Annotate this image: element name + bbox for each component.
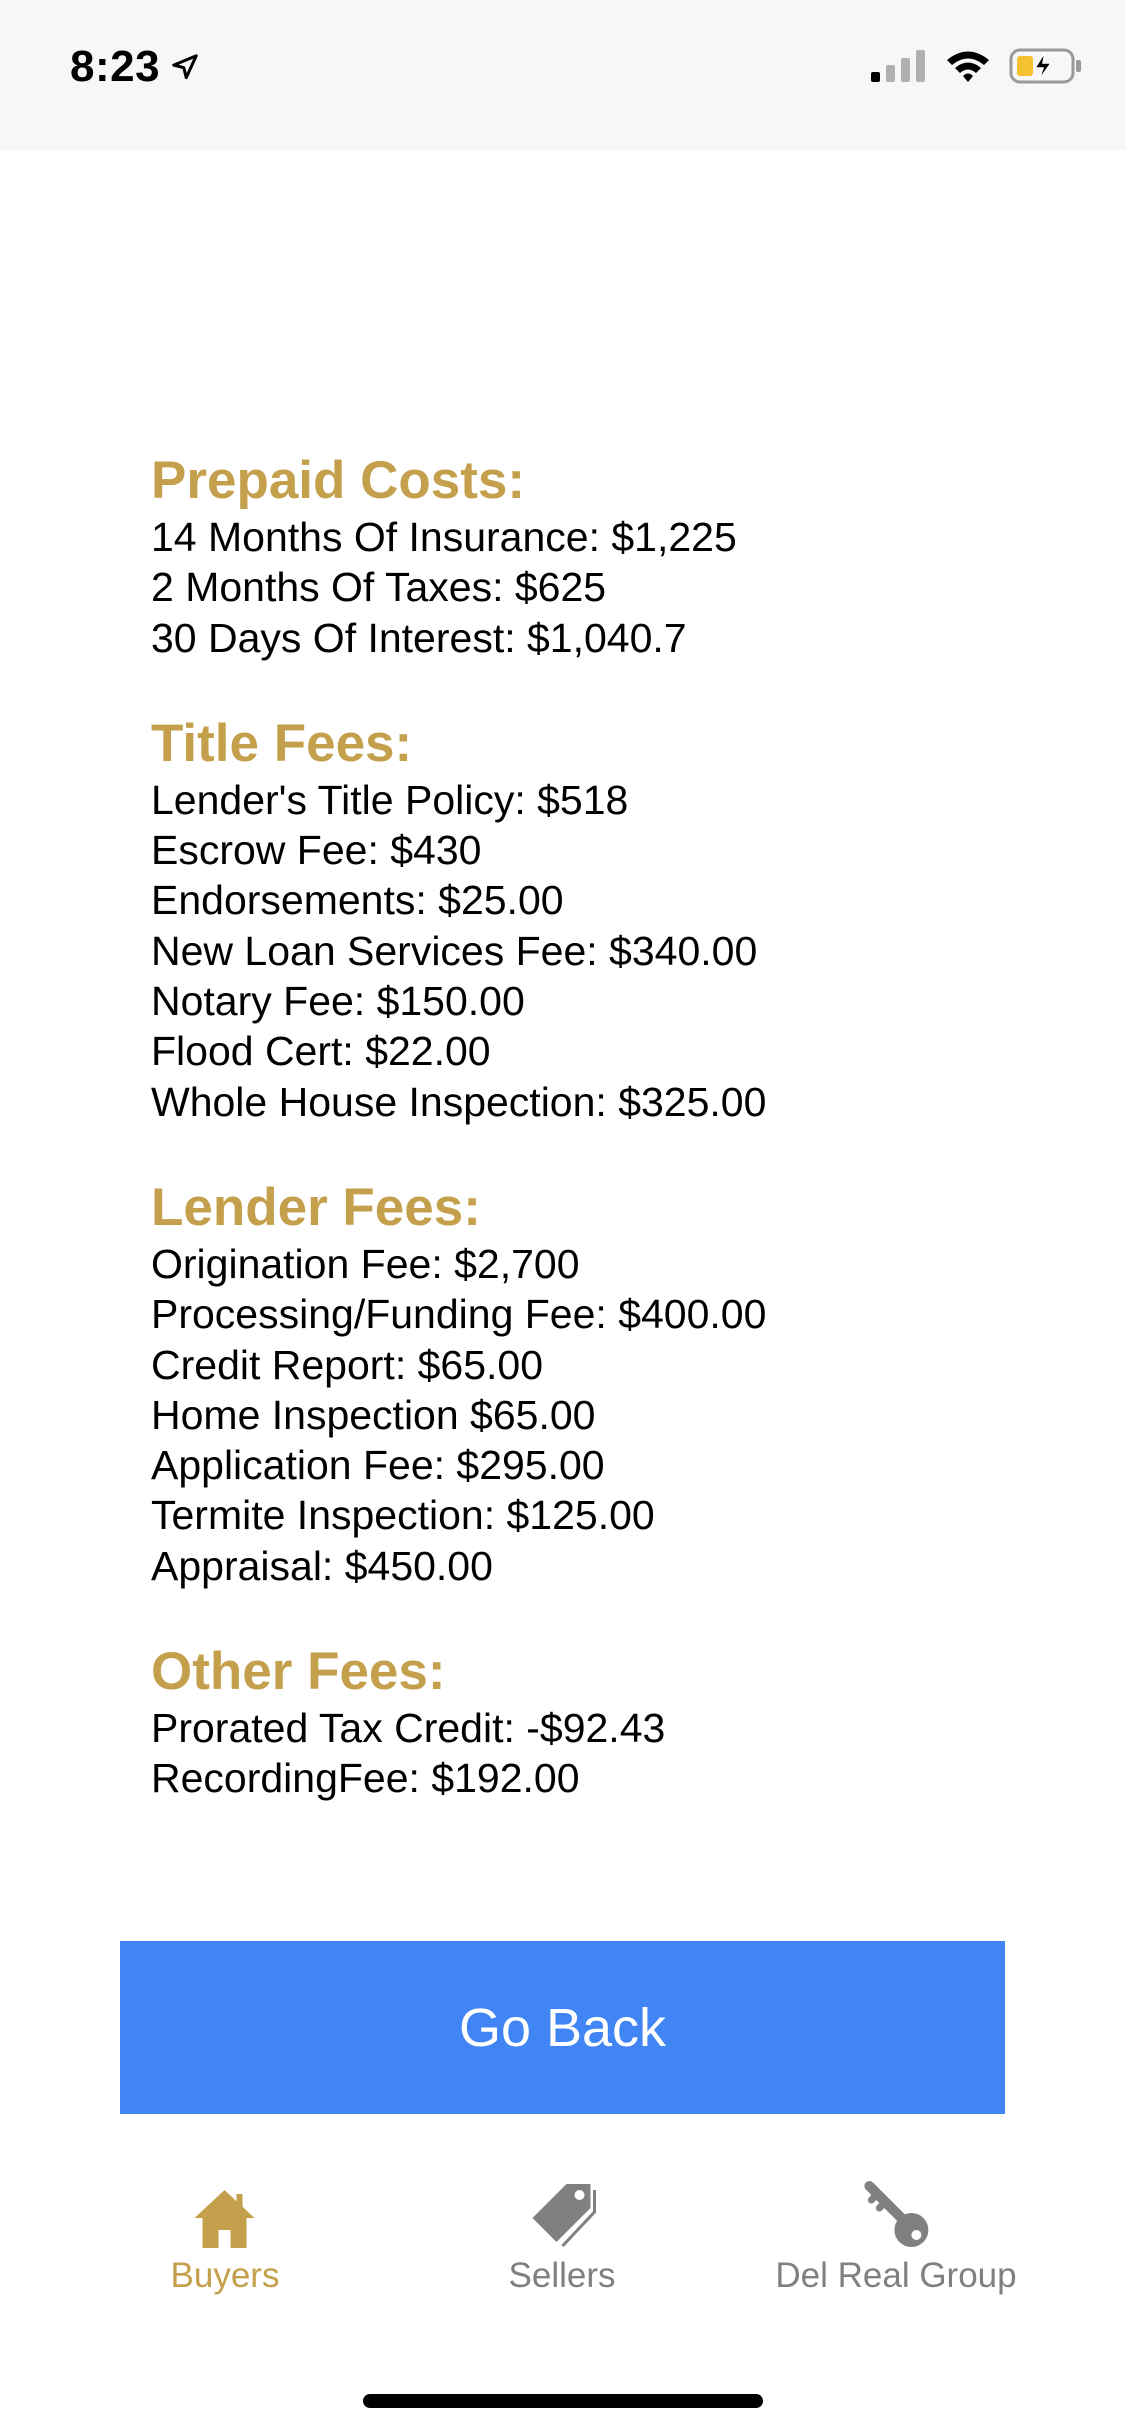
price-tag-icon bbox=[532, 2184, 597, 2248]
battery-charging-icon bbox=[1009, 48, 1081, 84]
section-title: Other Fees: bbox=[151, 1642, 446, 1702]
list-item: Home Inspection $65.00 bbox=[151, 1391, 596, 1438]
list-item: Prorated Tax Credit: -$92.43 bbox=[151, 1705, 666, 1752]
status-icons bbox=[871, 48, 1083, 84]
tab-label: Buyers bbox=[170, 2256, 280, 2295]
list-item: 14 Months Of Insurance: $1,225 bbox=[151, 514, 737, 560]
wifi-icon bbox=[947, 51, 989, 82]
tab-sellers[interactable]: Sellers bbox=[508, 2170, 616, 2296]
cellular-signal-icon bbox=[871, 50, 925, 82]
section-title: Lender Fees: bbox=[151, 1177, 481, 1237]
section-other-fees: Other Fees: Prorated Tax Credit: -$92.43… bbox=[151, 1643, 1051, 1804]
list-item: New Loan Services Fee: $340.00 bbox=[151, 927, 758, 974]
section-title-fees: Title Fees: Lender's Title Policy: $518 … bbox=[151, 713, 1051, 1127]
section-title: Title Fees: bbox=[151, 713, 413, 773]
key-icon bbox=[863, 2181, 928, 2247]
section-title: Prepaid Costs: bbox=[151, 451, 526, 510]
list-item: RecordingFee: $192.00 bbox=[151, 1755, 580, 1802]
list-item: 30 Days Of Interest: $1,040.7 bbox=[151, 614, 687, 661]
tab-buyers[interactable]: Buyers bbox=[170, 2170, 280, 2296]
list-item: Processing/Funding Fee: $400.00 bbox=[151, 1291, 767, 1338]
list-item: Endorsements: $25.00 bbox=[151, 877, 564, 924]
location-arrow-icon bbox=[172, 54, 198, 80]
tab-label: Del Real Group bbox=[775, 2256, 1017, 2295]
list-item: Credit Report: $65.00 bbox=[151, 1341, 544, 1388]
tab-label: Sellers bbox=[508, 2256, 616, 2295]
status-time: 8:23 bbox=[70, 42, 200, 92]
list-item: Flood Cert: $22.00 bbox=[151, 1028, 491, 1075]
house-icon bbox=[195, 2190, 255, 2248]
list-item: Notary Fee: $150.00 bbox=[151, 978, 525, 1025]
list-item: Escrow Fee: $430 bbox=[151, 827, 482, 874]
list-item: Application Fee: $295.00 bbox=[151, 1442, 605, 1489]
list-item: Termite Inspection: $125.00 bbox=[151, 1492, 655, 1539]
list-item: Lender's Title Policy: $518 bbox=[151, 776, 629, 823]
tab-bar: Buyers Sellers Del Real Group bbox=[0, 2170, 1125, 2320]
list-item: Appraisal: $450.00 bbox=[151, 1542, 493, 1589]
section-prepaid-costs: Prepaid Costs: 14 Months Of Insurance: $… bbox=[151, 452, 1051, 663]
list-item: Whole House Inspection: $325.00 bbox=[151, 1078, 767, 1125]
status-bar: 8:23 bbox=[0, 0, 1125, 150]
list-item: Origination Fee: $2,700 bbox=[151, 1240, 580, 1287]
home-indicator[interactable] bbox=[363, 2394, 763, 2408]
closing-costs-list: Prepaid Costs: 14 Months Of Insurance: $… bbox=[151, 452, 1051, 1856]
status-time-text: 8:23 bbox=[70, 42, 161, 91]
tab-del-real-group[interactable]: Del Real Group bbox=[775, 2170, 1017, 2296]
section-lender-fees: Lender Fees: Origination Fee: $2,700 Pro… bbox=[151, 1177, 1051, 1591]
list-item: 2 Months Of Taxes: $625 bbox=[151, 564, 607, 611]
go-back-button[interactable]: Go Back bbox=[120, 1941, 1005, 2114]
